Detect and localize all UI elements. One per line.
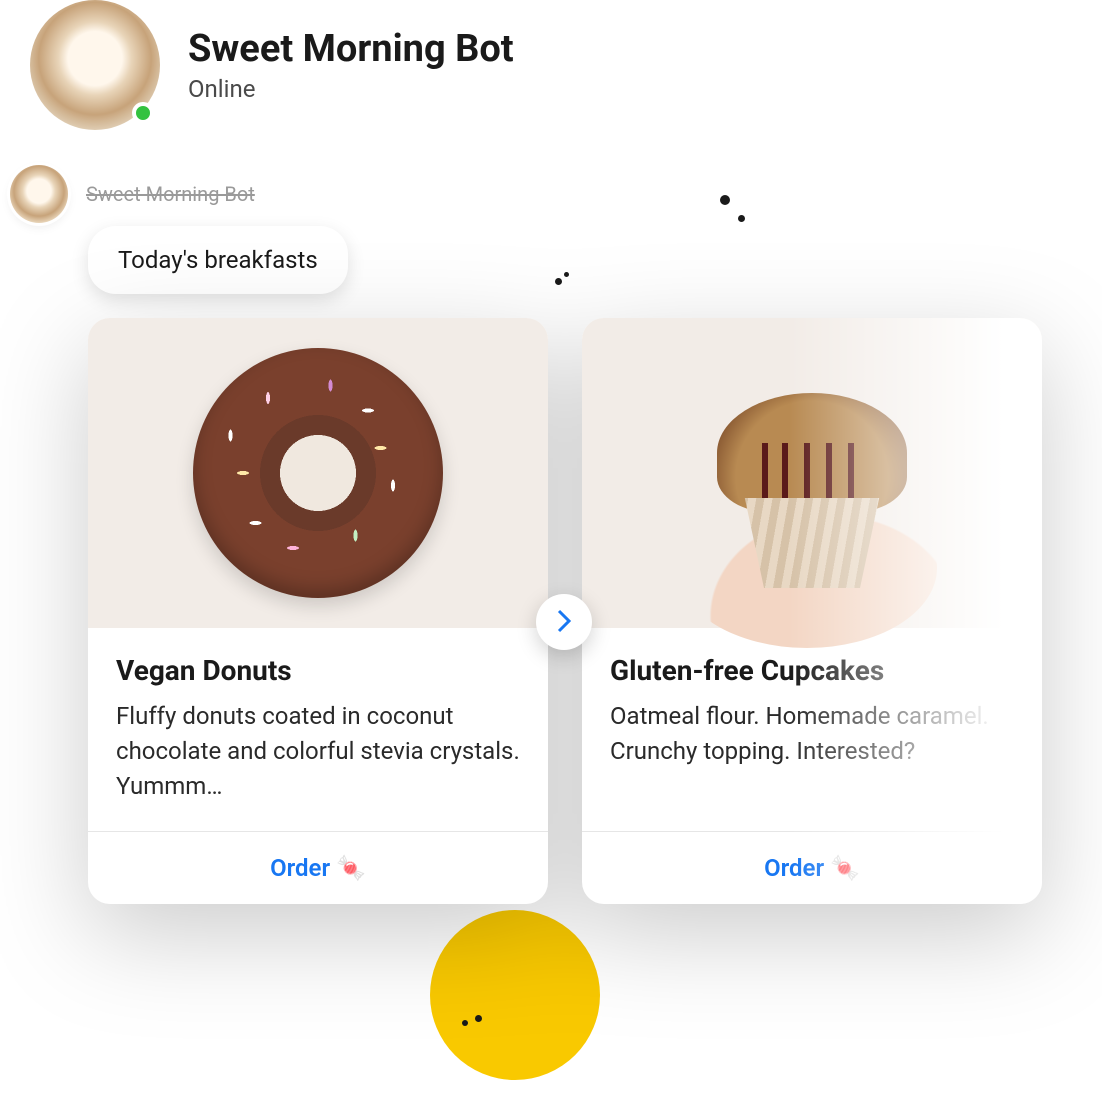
decorative-dot xyxy=(564,272,569,277)
card-title: Vegan Donuts xyxy=(116,654,520,687)
carousel-card[interactable]: Gluten-free Cupcakes Oatmeal flour. Home… xyxy=(582,318,1042,904)
message-sender-row: Sweet Morning Bot xyxy=(10,165,255,223)
card-description: Fluffy donuts coated in coconut chocolat… xyxy=(116,699,520,803)
order-button[interactable]: Order 🍬 xyxy=(270,854,366,882)
message-text: Today's breakfasts xyxy=(118,246,318,274)
online-status-dot xyxy=(132,102,154,124)
message-sender-name: Sweet Morning Bot xyxy=(86,182,255,206)
card-description: Oatmeal flour. Homemade caramel. Crunchy… xyxy=(610,699,1014,769)
bot-status: Online xyxy=(188,75,514,103)
card-title: Gluten-free Cupcakes xyxy=(610,654,1014,687)
decorative-dot xyxy=(475,1015,482,1022)
decorative-dot xyxy=(555,278,562,285)
decorative-dot xyxy=(462,1020,468,1026)
donut-illustration xyxy=(193,348,443,598)
card-image xyxy=(88,318,548,628)
message-bubble: Today's breakfasts xyxy=(88,226,348,294)
bot-name: Sweet Morning Bot xyxy=(188,27,514,73)
carousel-card[interactable]: Vegan Donuts Fluffy donuts coated in coc… xyxy=(88,318,548,904)
decorative-dot xyxy=(738,215,745,222)
cupcake-illustration xyxy=(697,388,927,618)
carousel-next-button[interactable] xyxy=(536,594,592,650)
decorative-dot xyxy=(720,195,730,205)
decorative-yellow-circle xyxy=(430,910,600,1080)
chevron-right-icon xyxy=(555,607,573,638)
card-image xyxy=(582,318,1042,628)
avatar[interactable] xyxy=(30,0,160,130)
avatar-small xyxy=(10,165,68,223)
order-button[interactable]: Order 🍬 xyxy=(764,854,860,882)
chat-header: Sweet Morning Bot Online xyxy=(30,0,514,130)
